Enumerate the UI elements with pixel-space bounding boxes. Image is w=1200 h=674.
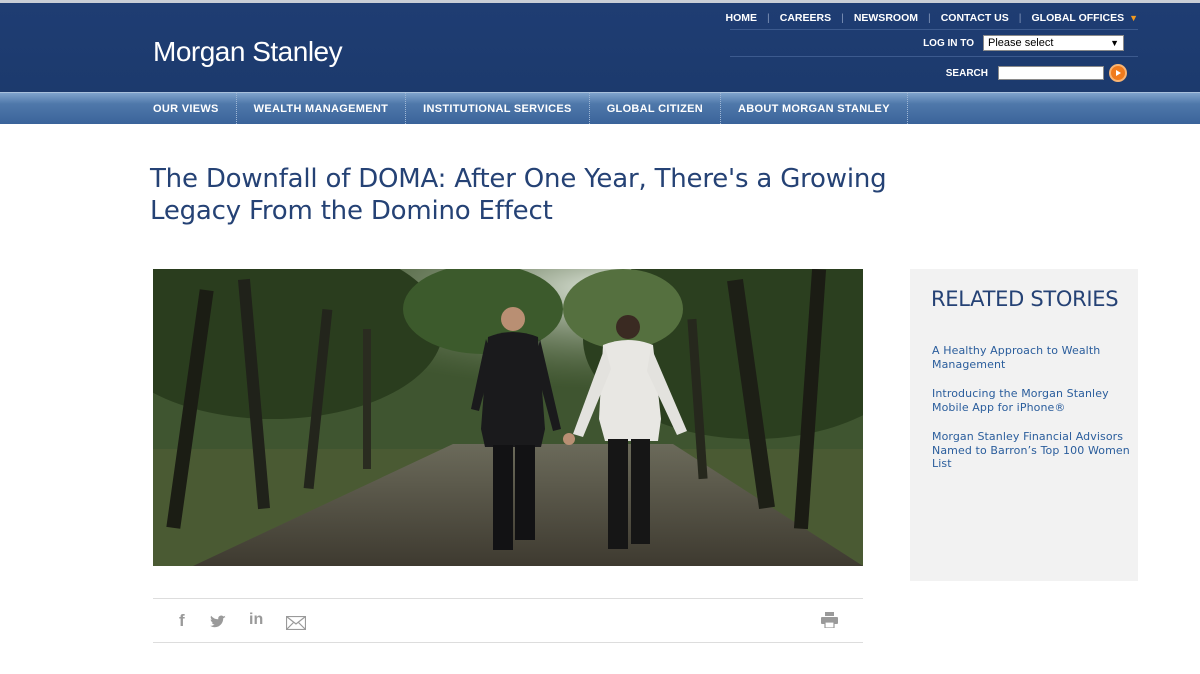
separator: | [767,12,770,24]
login-select-value: Please select [988,37,1054,49]
chevron-down-icon: ▼ [1110,38,1119,48]
related-story-link[interactable]: Introducing the Morgan Stanley Mobile Ap… [932,387,1132,414]
hero-photo-illustration [153,269,863,566]
twitter-icon[interactable] [210,614,226,634]
nav-item-wealth-management[interactable]: WEALTH MANAGEMENT [237,93,407,124]
divider [730,56,1138,57]
search-input[interactable] [998,66,1104,80]
caret-down-icon[interactable]: ▼ [1129,13,1138,23]
login-label: LOG IN TO [923,37,974,49]
site-header: Morgan Stanley HOME | CAREERS | NEWSROOM… [0,0,1200,92]
facebook-icon[interactable]: f [179,611,185,631]
separator: | [927,12,931,24]
page-title: The Downfall of DOMA: After One Year, Th… [150,164,887,226]
morgan-stanley-logo[interactable]: Morgan Stanley [153,36,343,68]
print-icon[interactable] [821,612,838,633]
utility-link-contact-us[interactable]: CONTACT US [941,12,1009,24]
play-arrow-icon [1116,70,1121,76]
email-icon[interactable] [285,615,307,635]
related-story-link[interactable]: Morgan Stanley Financial Advisors Named … [932,430,1132,471]
related-stories-panel: RELATED STORIES A Healthy Approach to We… [910,269,1138,581]
utility-nav: HOME | CAREERS | NEWSROOM | CONTACT US |… [726,7,1139,29]
nav-item-our-views[interactable]: OUR VIEWS [136,93,237,124]
hero-image [153,269,863,566]
main-nav: OUR VIEWS WEALTH MANAGEMENT INSTITUTIONA… [0,92,1200,124]
search-go-button[interactable] [1109,64,1127,82]
utility-link-newsroom[interactable]: NEWSROOM [854,12,918,24]
related-story-link[interactable]: A Healthy Approach to Wealth Management [932,344,1132,371]
separator: | [1018,12,1022,24]
nav-item-institutional-services[interactable]: INSTITUTIONAL SERVICES [406,93,590,124]
linkedin-icon[interactable]: in [249,611,263,629]
related-stories-list: A Healthy Approach to Wealth Management … [932,344,1132,487]
nav-item-about-morgan-stanley[interactable]: ABOUT MORGAN STANLEY [721,93,908,124]
related-stories-heading: RELATED STORIES [931,287,1119,311]
search-label: SEARCH [945,67,988,79]
utility-link-home[interactable]: HOME [726,12,758,24]
utility-link-careers[interactable]: CAREERS [780,12,831,24]
search-row: SEARCH [946,64,1127,82]
nav-item-global-citizen[interactable]: GLOBAL CITIZEN [590,93,721,124]
separator: | [841,12,844,24]
login-select[interactable]: Please select ▼ [983,35,1124,51]
utility-link-global-offices[interactable]: GLOBAL OFFICES [1032,12,1125,24]
login-row: LOG IN TO Please select ▼ [923,35,1124,51]
divider [730,29,1138,30]
share-bar: f in [153,598,863,643]
